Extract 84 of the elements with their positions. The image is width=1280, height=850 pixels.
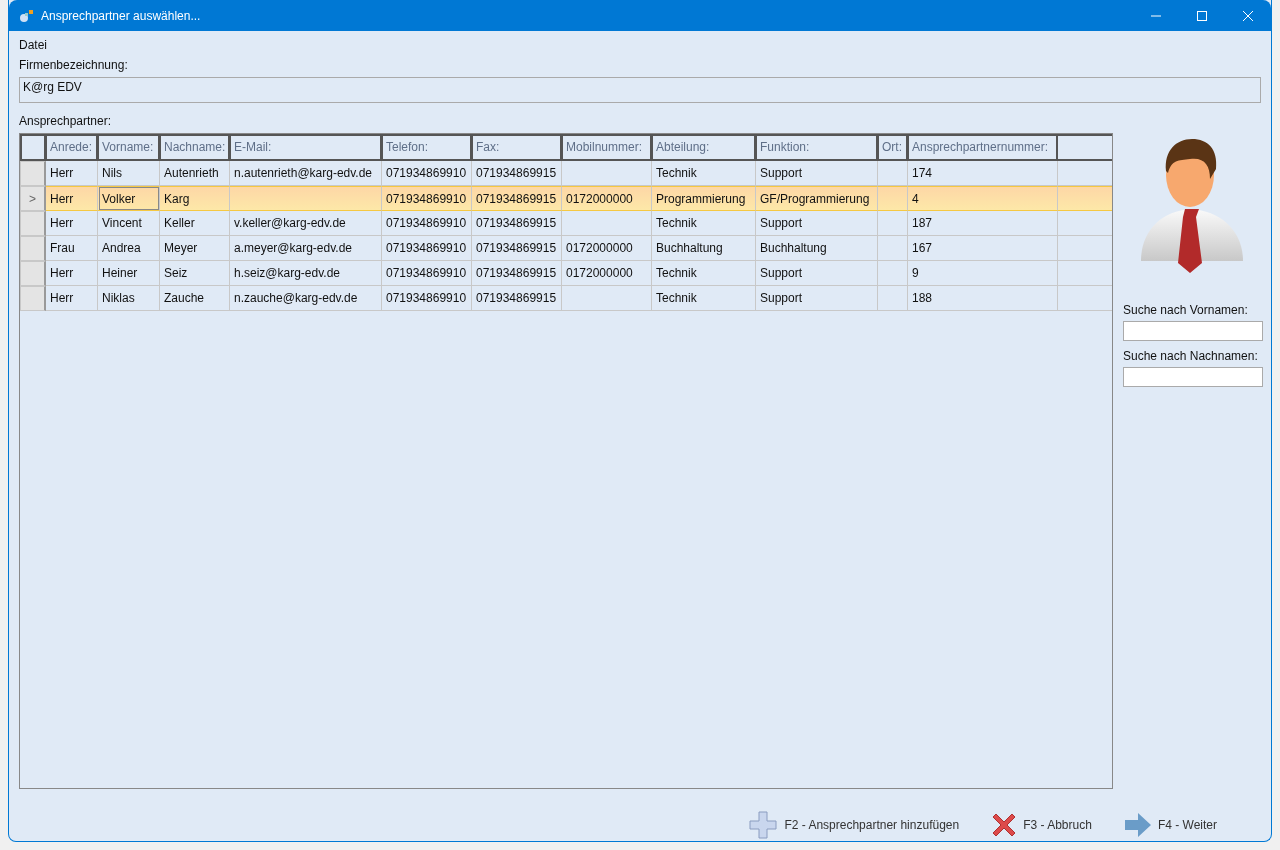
table-cell: 071934869910 — [382, 286, 472, 311]
table-cell: Vincent — [98, 211, 160, 236]
table-cell: 071934869910 — [382, 236, 472, 261]
table-cell: Support — [756, 211, 878, 236]
table-cell: v.keller@karg-edv.de — [230, 211, 382, 236]
add-button[interactable]: F2 - Ansprechpartner hinzufügen — [744, 809, 964, 841]
empty-header — [1058, 134, 1112, 161]
table-cell: 071934869915 — [472, 236, 562, 261]
window-title: Ansprechpartner auswählen... — [41, 8, 202, 23]
table-cell: a.meyer@karg-edv.de — [230, 236, 382, 261]
table-cell: Technik — [652, 211, 756, 236]
table-cell: GF/Programmierung — [756, 186, 878, 211]
table-cell: Niklas — [98, 286, 160, 311]
arrow-right-icon — [1123, 812, 1152, 838]
table-cell: 071934869915 — [472, 261, 562, 286]
current-row-marker: > — [29, 191, 36, 206]
table-cell: Buchhaltung — [652, 236, 756, 261]
column-header[interactable]: Telefon: — [382, 134, 472, 161]
table-cell: Keller — [160, 211, 230, 236]
table-cell: Meyer — [160, 236, 230, 261]
next-button[interactable]: F4 - Weiter — [1119, 809, 1221, 841]
table-cell: 187 — [908, 211, 1058, 236]
table-cell: 071934869915 — [472, 211, 562, 236]
company-label: Firmenbezeichnung: — [19, 58, 129, 72]
row-header[interactable] — [20, 161, 46, 186]
table-cell: 071934869915 — [472, 186, 562, 211]
table-cell: h.seiz@karg-edv.de — [230, 261, 382, 286]
table-cell: 071934869910 — [382, 211, 472, 236]
column-header[interactable]: Abteilung: — [652, 134, 756, 161]
table-cell: 188 — [908, 286, 1058, 311]
table-cell: Herr — [46, 261, 98, 286]
table-cell: 071934869910 — [382, 186, 472, 211]
table-cell: 167 — [908, 236, 1058, 261]
table-cell: Frau — [46, 236, 98, 261]
cancel-button[interactable]: F3 - Abbruch — [987, 809, 1096, 841]
column-header[interactable]: Ansprechpartnernummer: — [908, 134, 1058, 161]
table-cell: Herr — [46, 286, 98, 311]
search-field[interactable] — [1123, 321, 1263, 341]
table-cell: 0172000000 — [562, 236, 652, 261]
table-cell: 071934869910 — [382, 261, 472, 286]
row-header[interactable] — [20, 286, 46, 311]
table-cell: Heiner — [98, 261, 160, 286]
table-cell: Programmierung — [652, 186, 756, 211]
table-cell: Support — [756, 261, 878, 286]
column-header[interactable]: Fax: — [472, 134, 562, 161]
column-header[interactable]: Ort: — [878, 134, 908, 161]
plus-icon — [748, 810, 779, 840]
table-cell: Support — [756, 286, 878, 311]
column-header[interactable]: Funktion: — [756, 134, 878, 161]
table-cell: Karg — [160, 186, 230, 211]
table-cell: Herr — [46, 186, 98, 211]
row-header[interactable]: > — [20, 186, 46, 211]
table-cell: 9 — [908, 261, 1058, 286]
row-header[interactable] — [20, 236, 46, 261]
table-cell: Andrea — [98, 236, 160, 261]
column-header[interactable]: Nachname: — [160, 134, 230, 161]
close-icon — [991, 812, 1018, 838]
table-cell: 4 — [908, 186, 1058, 211]
search-field[interactable] — [1123, 367, 1263, 387]
table-cell: 0172000000 — [562, 261, 652, 286]
table-cell: Buchhaltung — [756, 236, 878, 261]
table-cell: Volker — [98, 186, 160, 211]
column-header[interactable]: Mobilnummer: — [562, 134, 652, 161]
table-cell: Herr — [46, 211, 98, 236]
menu-item[interactable]: Datei — [19, 37, 47, 53]
table-cell: Technik — [652, 286, 756, 311]
table-cell: 071934869915 — [472, 286, 562, 311]
table-cell: Technik — [652, 261, 756, 286]
company-field[interactable]: K@rg EDV — [19, 77, 1261, 103]
table-cell: 0172000000 — [562, 186, 652, 211]
column-header[interactable]: Vorname: — [98, 134, 160, 161]
row-header[interactable] — [20, 211, 46, 236]
search-label: Suche nach Nachnamen: — [1123, 349, 1259, 363]
contacts-label: Ansprechpartner: — [19, 114, 113, 128]
table-cell: n.zauche@karg-edv.de — [230, 286, 382, 311]
table-cell: Seiz — [160, 261, 230, 286]
maximize-icon — [1196, 9, 1208, 22]
table-cell: Zauche — [160, 286, 230, 311]
column-header[interactable]: Anrede: — [46, 134, 98, 161]
row-header[interactable] — [20, 261, 46, 286]
close-icon — [1242, 9, 1254, 22]
search-label: Suche nach Vornamen: — [1123, 303, 1249, 317]
column-header[interactable]: E-Mail: — [230, 134, 382, 161]
app-icon — [19, 7, 35, 24]
